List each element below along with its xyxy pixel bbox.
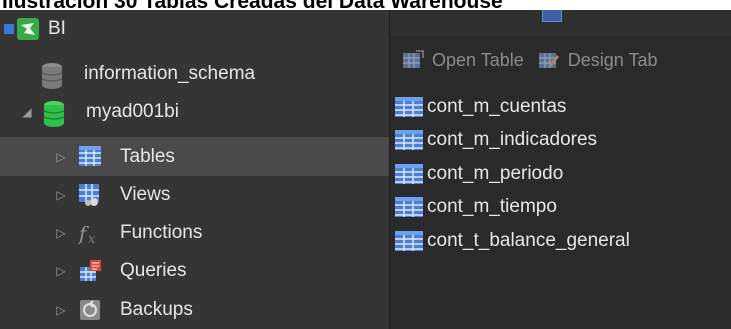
collapsed-arrow-icon[interactable]: ▷: [54, 150, 68, 164]
database-icon: [40, 62, 64, 89]
tree-item-views[interactable]: ▷ Views: [0, 175, 389, 214]
connection-icon: [16, 17, 40, 41]
table-name: cont_m_periodo: [427, 162, 564, 184]
tree-item-database-myad001bi[interactable]: ◢ myad001bi: [0, 92, 389, 131]
design-table-button[interactable]: Design Tab: [538, 49, 658, 71]
table-name: cont_m_cuentas: [427, 95, 567, 117]
view-icon: [78, 183, 102, 207]
table-icon: [395, 130, 423, 151]
svg-text:x: x: [88, 232, 96, 245]
database-label: information_schema: [84, 62, 256, 84]
navicat-window: BI information_schema ◢ myad001bi ▷ Tabl…: [0, 10, 731, 329]
table-item[interactable]: cont_t_balance_general: [390, 224, 731, 258]
function-icon: f x: [77, 221, 102, 247]
tree-node-label: Views: [120, 183, 171, 205]
open-table-label: Open Table: [432, 49, 524, 70]
backup-icon: [78, 298, 102, 322]
table-icon: [395, 96, 423, 117]
table-name: cont_t_balance_general: [427, 229, 630, 251]
objects-tab-icon[interactable]: [542, 10, 562, 22]
tree-node-label: Functions: [120, 221, 203, 243]
design-table-icon: [538, 53, 559, 68]
collapsed-arrow-icon[interactable]: ▷: [54, 226, 68, 240]
collapsed-arrow-icon[interactable]: ▷: [54, 264, 68, 278]
tree-item-tables[interactable]: ▷ Tables: [0, 137, 389, 176]
database-label: myad001bi: [86, 100, 179, 122]
table-item[interactable]: cont_m_cuentas: [390, 90, 731, 124]
tree-item-backups[interactable]: ▷ Backups: [0, 290, 389, 329]
database-icon: [42, 100, 66, 127]
open-table-icon: [403, 50, 424, 68]
table-icon: [395, 230, 423, 251]
tree-item-queries[interactable]: ▷ Queries: [0, 251, 389, 290]
query-icon: [78, 259, 102, 283]
open-table-button[interactable]: Open Table: [402, 50, 524, 71]
tree-item-connection[interactable]: BI: [0, 12, 389, 46]
tab-strip: [390, 10, 731, 36]
table-item[interactable]: cont_m_indicadores: [390, 124, 731, 158]
tree-node-label: Queries: [120, 259, 187, 281]
expanded-arrow-icon[interactable]: ◢: [20, 105, 34, 119]
tree-item-functions[interactable]: ▷ f x Functions: [0, 213, 389, 252]
collapsed-arrow-icon[interactable]: ▷: [54, 303, 68, 317]
tree-node-label: Backups: [120, 298, 193, 320]
tree-item-database-information-schema[interactable]: information_schema: [0, 54, 389, 93]
object-toolbar: Open Table Design Tab: [390, 36, 731, 84]
object-panel: Open Table Design Tab cont_m_cuentas con…: [390, 10, 731, 329]
table-name: cont_m_tiempo: [427, 196, 557, 218]
table-item[interactable]: cont_m_tiempo: [390, 191, 731, 225]
design-table-label: Design Tab: [567, 49, 658, 70]
table-icon: [78, 145, 102, 169]
collapsed-arrow-icon[interactable]: ▷: [54, 188, 68, 202]
table-icon: [395, 163, 423, 184]
table-list: cont_m_cuentas cont_m_indicadores cont_m…: [390, 90, 731, 258]
connection-label: BI: [48, 18, 66, 39]
connection-status-icon: [4, 24, 14, 34]
tree-node-label: Tables: [120, 145, 175, 167]
table-name: cont_m_indicadores: [427, 129, 598, 151]
table-icon: [395, 197, 423, 218]
table-item[interactable]: cont_m_periodo: [390, 157, 731, 191]
connection-tree: BI information_schema ◢ myad001bi ▷ Tabl…: [0, 10, 389, 329]
